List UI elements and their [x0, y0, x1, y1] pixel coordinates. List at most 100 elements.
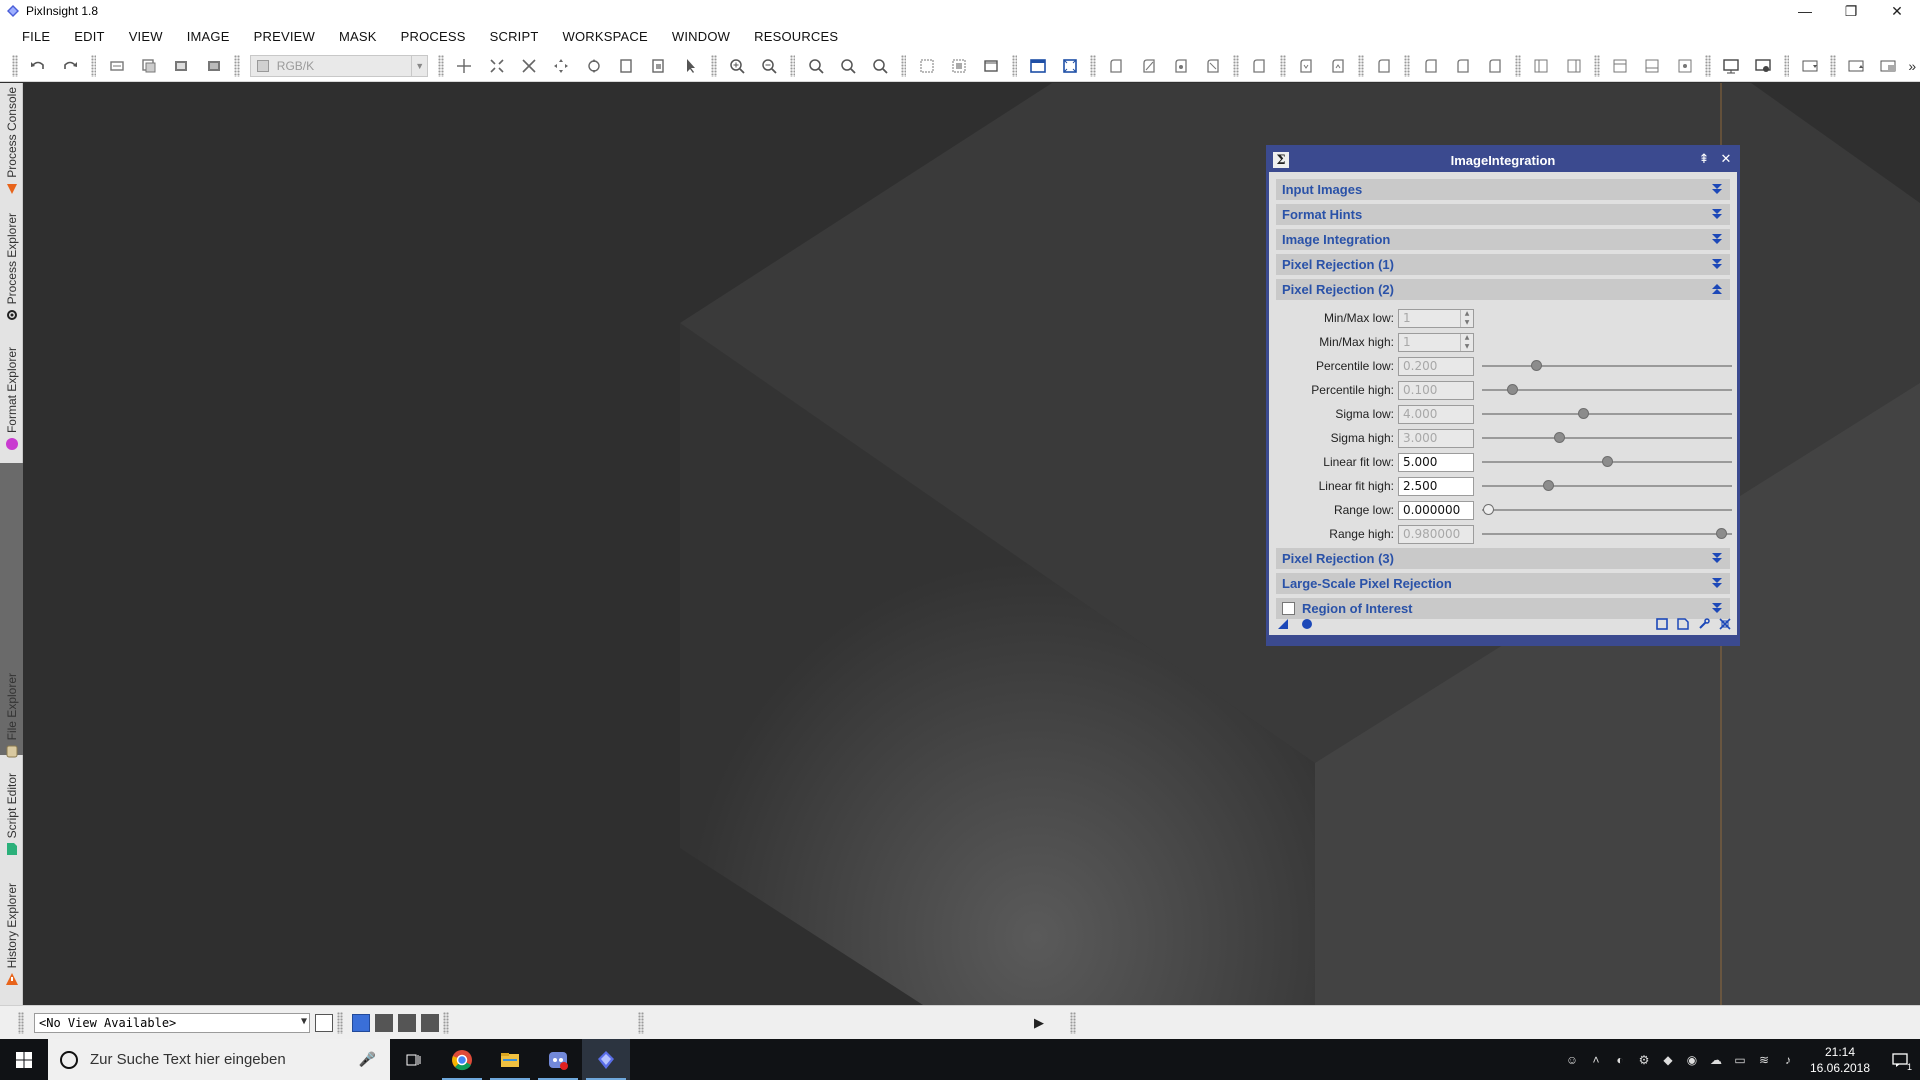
- menu-window[interactable]: WINDOW: [660, 29, 742, 44]
- cloud-icon[interactable]: ☁: [1704, 1039, 1728, 1080]
- notification-center-icon[interactable]: 1: [1880, 1039, 1920, 1080]
- toolbar-grip[interactable]: [443, 1011, 449, 1034]
- fit-view-icon[interactable]: [910, 52, 942, 80]
- edit-preview-icon[interactable]: [642, 52, 674, 80]
- zoom-fit-icon[interactable]: [481, 52, 513, 80]
- wifi-icon[interactable]: ≋: [1752, 1039, 1776, 1080]
- slider-thumb[interactable]: [1716, 528, 1728, 539]
- slider-thumb[interactable]: [1542, 480, 1554, 491]
- zoom-1-1-icon[interactable]: [799, 52, 831, 80]
- pixinsight-taskbar-icon[interactable]: [582, 1039, 630, 1080]
- toolbar-grip[interactable]: [638, 1012, 644, 1034]
- toolbar-grip[interactable]: [1594, 54, 1600, 77]
- view-selector[interactable]: <No View Available> ▼: [34, 1012, 310, 1033]
- sigma-low-slider[interactable]: [1482, 404, 1732, 424]
- zoom-out-icon[interactable]: [753, 52, 785, 80]
- readout-icon[interactable]: [1604, 52, 1636, 80]
- toolbar-grip[interactable]: [1358, 54, 1365, 77]
- minimize-button[interactable]: —: [1782, 0, 1828, 22]
- percentile-low-slider[interactable]: [1482, 356, 1732, 376]
- stf-reset-icon[interactable]: [1447, 52, 1479, 80]
- channel-blue-icon[interactable]: [421, 1013, 439, 1032]
- optimize-window-icon[interactable]: [943, 52, 975, 80]
- tab-file-explorer[interactable]: File Explorer: [0, 673, 23, 758]
- zoom-in-icon[interactable]: [721, 52, 753, 80]
- spin-arrows-icon[interactable]: ▲ ▼: [1460, 309, 1473, 327]
- section-image-integration[interactable]: Image Integration: [1276, 229, 1730, 250]
- new-instance-icon[interactable]: [1275, 616, 1291, 632]
- menu-process[interactable]: PROCESS: [389, 29, 478, 44]
- menu-script[interactable]: SCRIPT: [478, 29, 551, 44]
- move-icon[interactable]: [545, 52, 577, 80]
- toolbar-grip[interactable]: [1829, 54, 1836, 77]
- volume-icon[interactable]: ♪: [1776, 1039, 1800, 1080]
- wrench-icon[interactable]: [1696, 616, 1712, 632]
- mask-invert-icon[interactable]: [1165, 52, 1197, 80]
- shade-window-icon[interactable]: ⇞: [1697, 151, 1711, 167]
- chevron-up-icon[interactable]: ˄: [1584, 1039, 1608, 1080]
- undo-icon[interactable]: [22, 52, 54, 80]
- percentile-low-input[interactable]: 0.200: [1398, 356, 1474, 376]
- slider-thumb[interactable]: [1506, 384, 1518, 395]
- min-max-low-spinbox[interactable]: 1 ▲ ▼: [1398, 308, 1474, 328]
- section-input-images[interactable]: Input Images: [1276, 179, 1730, 200]
- toolbar-grip[interactable]: [1070, 1012, 1076, 1034]
- new-image-icon[interactable]: [165, 52, 197, 80]
- percentile-high-input[interactable]: 0.100: [1398, 380, 1474, 400]
- toolbar-grip[interactable]: [1011, 54, 1018, 77]
- restore-button[interactable]: ❐: [1828, 0, 1874, 22]
- range-high-slider[interactable]: [1482, 524, 1732, 544]
- explorer-right-icon[interactable]: [1558, 52, 1590, 80]
- window-frame-icon[interactable]: [975, 52, 1007, 80]
- tab-history-explorer[interactable]: History Explorer: [0, 883, 23, 986]
- monitor-icon[interactable]: [1715, 52, 1747, 80]
- view-list-icon[interactable]: [315, 1013, 333, 1032]
- toolbar-grip[interactable]: [1404, 54, 1411, 77]
- tray-app-icon[interactable]: ◐: [1608, 1039, 1632, 1080]
- spin-arrows-icon[interactable]: ▲ ▼: [1460, 333, 1473, 351]
- people-icon[interactable]: ☺: [1560, 1039, 1584, 1080]
- workspace[interactable]: Σ ImageIntegration ⇞ ✕ Input Images Form…: [23, 83, 1920, 1005]
- slider-thumb[interactable]: [1554, 432, 1566, 443]
- toolbar-grip[interactable]: [1515, 54, 1522, 77]
- apply-global-icon[interactable]: [1299, 616, 1315, 632]
- tab-script-editor[interactable]: Script Editor: [0, 773, 23, 856]
- sigma-low-input[interactable]: 4.000: [1398, 404, 1474, 424]
- task-view-icon[interactable]: [390, 1039, 438, 1080]
- sigma-high-slider[interactable]: [1482, 428, 1732, 448]
- chrome-taskbar-icon[interactable]: [438, 1039, 486, 1080]
- menu-view[interactable]: VIEW: [117, 29, 175, 44]
- menu-file[interactable]: FILE: [10, 29, 62, 44]
- window-tile-icon[interactable]: [1840, 52, 1872, 80]
- explorer-left-icon[interactable]: [1525, 52, 1557, 80]
- reset-icon[interactable]: [1717, 616, 1733, 632]
- toolbar-grip[interactable]: [12, 54, 18, 77]
- section-pixel-rejection-2[interactable]: Pixel Rejection (2): [1276, 279, 1730, 300]
- toolbar-grip[interactable]: [18, 1011, 24, 1034]
- color-space-select[interactable]: RGB/K ▼: [249, 54, 429, 77]
- toolbar-grip[interactable]: [1704, 54, 1711, 77]
- discord-taskbar-icon[interactable]: [534, 1039, 582, 1080]
- redo-icon[interactable]: [54, 52, 86, 80]
- battery-icon[interactable]: ▭: [1728, 1039, 1752, 1080]
- channel-rgb-icon[interactable]: [352, 1013, 370, 1032]
- toolbar-grip[interactable]: [789, 54, 796, 77]
- readout-pin-icon[interactable]: [1669, 52, 1701, 80]
- mask-select-icon[interactable]: [1132, 52, 1164, 80]
- linear-fit-low-input[interactable]: 5.000: [1398, 452, 1474, 472]
- menu-resources[interactable]: RESOURCES: [742, 29, 850, 44]
- mask-enable-icon[interactable]: [1290, 52, 1322, 80]
- tab-process-console[interactable]: Process Console: [0, 87, 23, 196]
- close-icon[interactable]: ✕: [1719, 151, 1733, 167]
- menu-mask[interactable]: MASK: [327, 29, 389, 44]
- mask-show-icon[interactable]: [1243, 52, 1275, 80]
- new-preview-icon[interactable]: [610, 52, 642, 80]
- toolbar-overflow-button[interactable]: »: [1904, 52, 1920, 80]
- taskbar-search-box[interactable]: Zur Suche Text hier eingeben 🎤: [48, 1039, 390, 1080]
- channel-green-icon[interactable]: [398, 1013, 416, 1032]
- mask-new-icon[interactable]: [1100, 52, 1132, 80]
- toolbar-grip[interactable]: [90, 54, 97, 77]
- toolbar-grip[interactable]: [1233, 54, 1240, 77]
- close-image-icon[interactable]: [198, 52, 230, 80]
- fullscreen-view-icon[interactable]: [1054, 52, 1086, 80]
